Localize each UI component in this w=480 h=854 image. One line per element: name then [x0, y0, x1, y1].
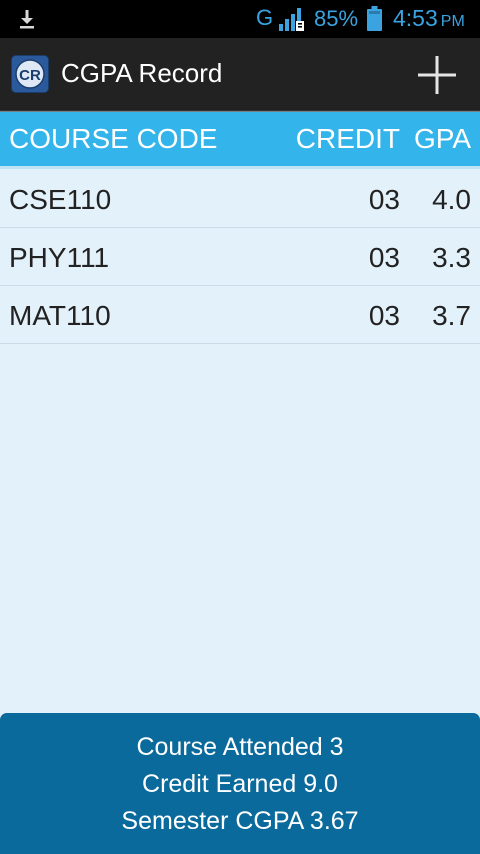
course-code-cell: CSE110: [9, 184, 112, 215]
cr-logo-icon: CR: [12, 56, 48, 92]
plus-icon: [418, 56, 456, 94]
action-bar: CR CGPA Record: [0, 38, 480, 110]
credit-cell: 03: [368, 242, 400, 273]
course-code-cell: PHY111: [9, 242, 110, 273]
signal-icon: [279, 8, 304, 31]
table-row[interactable]: PHY111 03 3.3: [0, 228, 480, 286]
header-divider: [0, 166, 480, 169]
gpa-cell: 4.0: [432, 184, 471, 215]
credit-earned-text: Credit Earned 9.0: [142, 770, 338, 798]
semester-cgpa-text: Semester CGPA 3.67: [121, 807, 359, 835]
credit-cell: 03: [368, 300, 400, 331]
battery-percentage: 85%: [314, 6, 359, 31]
course-attended-text: Course Attended 3: [136, 733, 344, 761]
app-screen: G 85% 4:53 PM CR CGPA Record COURSE CODE…: [0, 0, 480, 854]
app-logo-icon[interactable]: CR: [11, 55, 49, 93]
app-logo-text: CR: [19, 67, 41, 84]
download-icon: [20, 10, 34, 29]
header-credit: CREDIT: [295, 123, 400, 154]
credit-cell: 03: [368, 184, 400, 215]
header-gpa: GPA: [413, 123, 471, 154]
table-header: COURSE CODE CREDIT GPA: [0, 112, 480, 166]
course-code-cell: MAT110: [9, 300, 111, 331]
summary-panel: Course Attended 3 Credit Earned 9.0 Seme…: [0, 713, 480, 854]
header-course-code: COURSE CODE: [9, 123, 218, 154]
add-button[interactable]: [416, 54, 458, 96]
clock-ampm: PM: [440, 13, 465, 30]
status-bar: G 85% 4:53 PM: [0, 0, 480, 38]
gpa-cell: 3.3: [432, 242, 471, 273]
gpa-cell: 3.7: [432, 300, 471, 331]
table-row[interactable]: MAT110 03 3.7: [0, 286, 480, 344]
table-row[interactable]: CSE110 03 4.0: [0, 170, 480, 228]
clock: 4:53 PM: [393, 5, 465, 32]
battery-icon: [367, 6, 382, 31]
network-type-label: G: [256, 5, 274, 30]
clock-time: 4:53: [393, 5, 438, 31]
app-title: CGPA Record: [61, 58, 223, 88]
